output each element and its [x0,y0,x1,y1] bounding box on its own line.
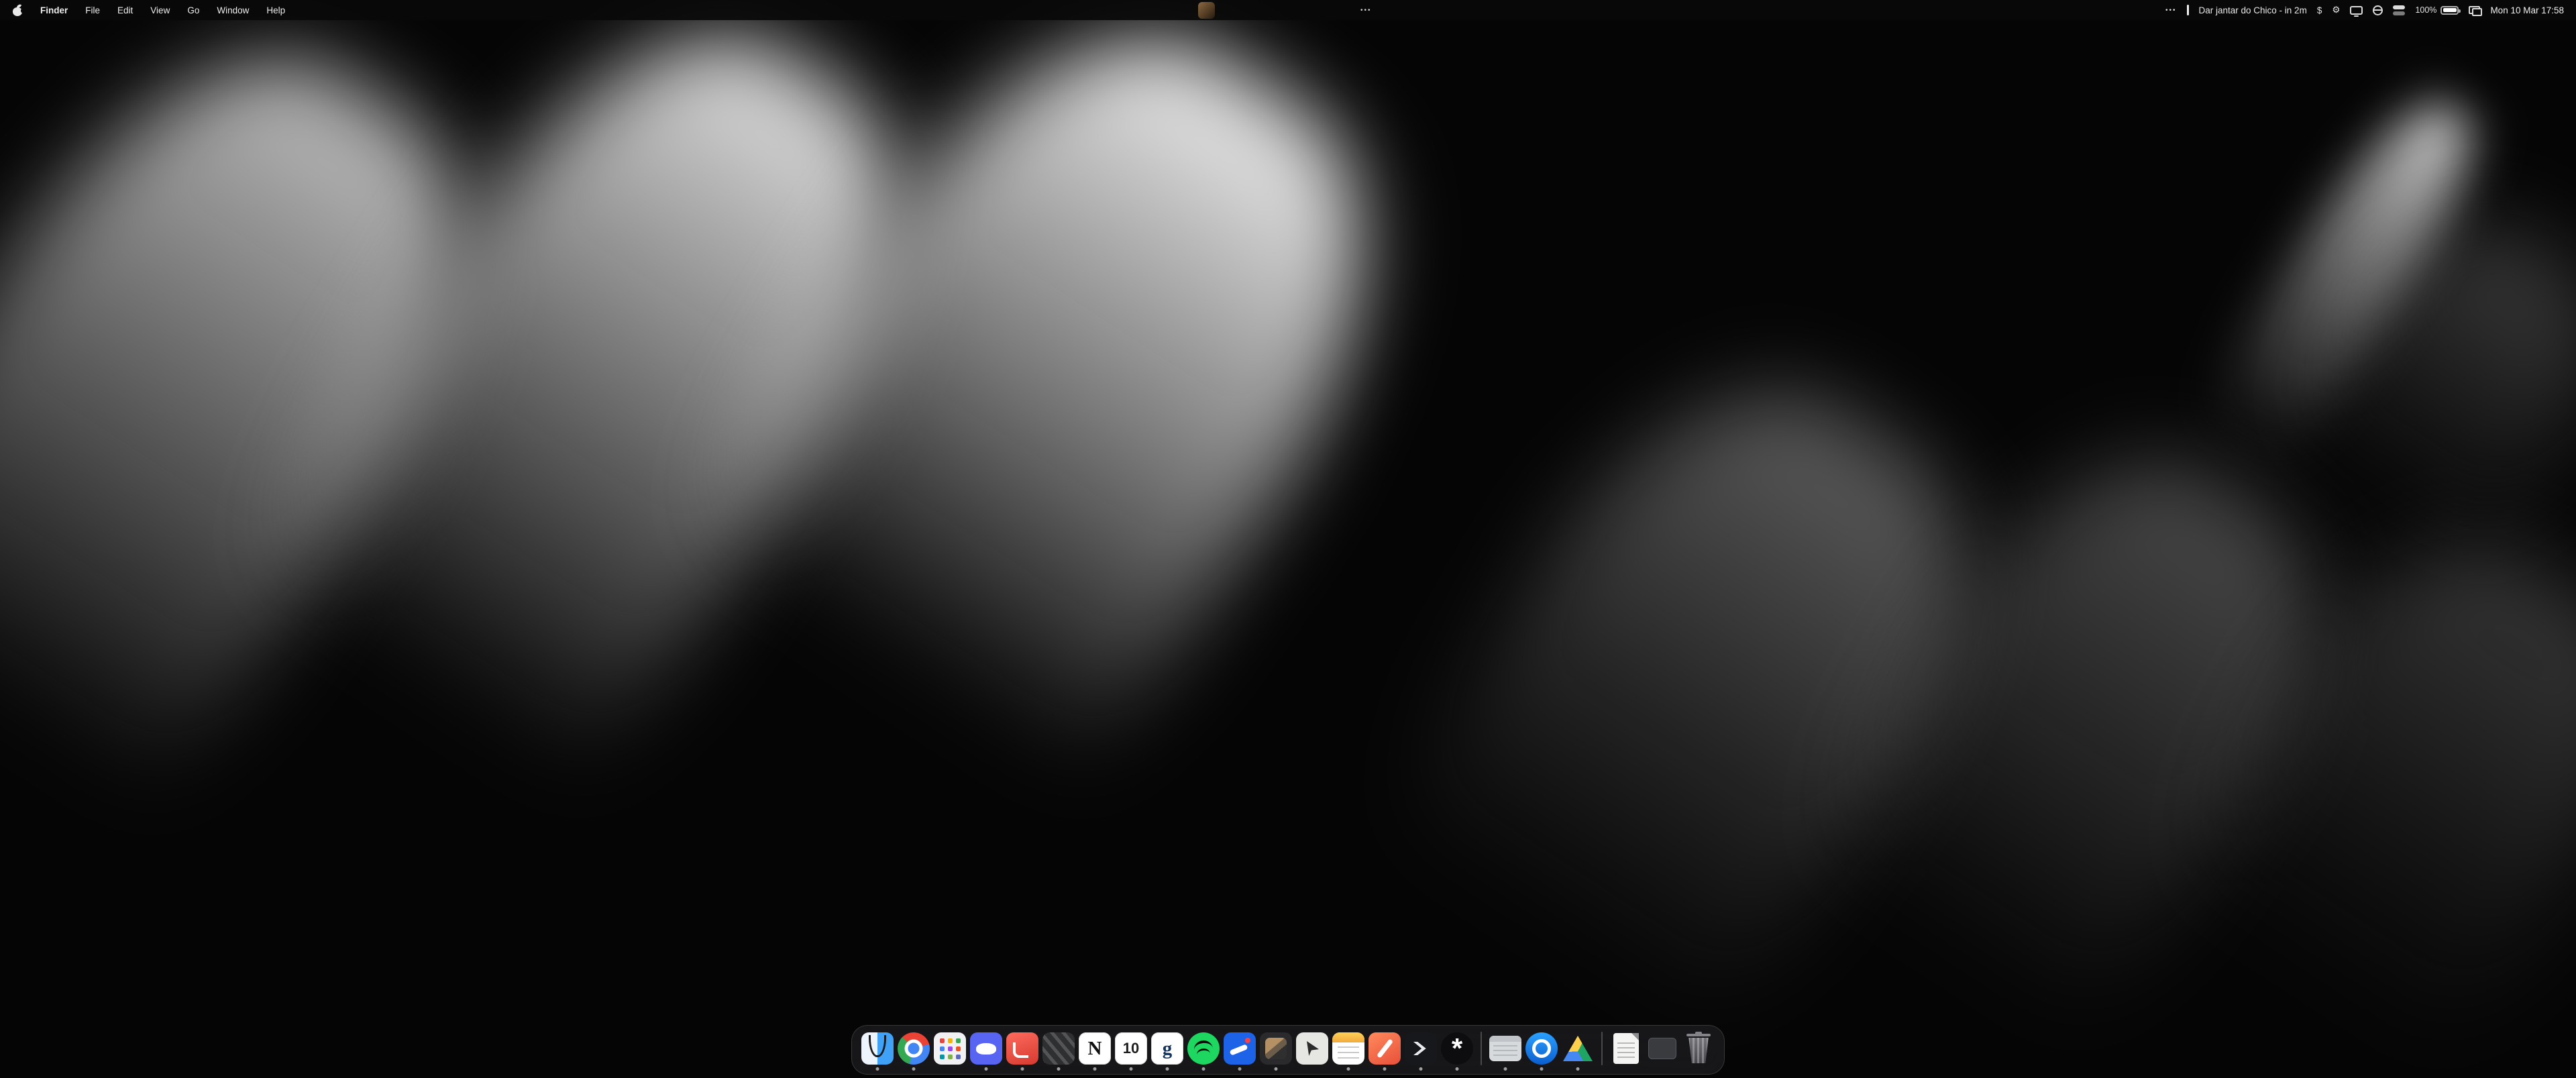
chrome-icon [898,1032,930,1065]
cursor-app-icon [1296,1032,1328,1065]
menu-file[interactable]: File [85,5,100,15]
dock-app-flighty[interactable] [1224,1032,1256,1065]
display-icon[interactable] [2350,6,2363,15]
globe-icon[interactable] [2373,5,2383,15]
dock-app-notion[interactable]: N [1079,1032,1111,1065]
dock-app-google-drive[interactable] [1562,1032,1594,1065]
calendar-day-number: 10 [1123,1040,1139,1057]
currency-menubar-icon[interactable]: $ [2317,5,2322,15]
document-icon [1613,1033,1639,1064]
battery-status[interactable]: 100% [2415,5,2459,15]
dock-app-stacks[interactable] [1042,1032,1075,1065]
minimized-window-icon [1648,1038,1676,1059]
notes-icon [1332,1032,1364,1065]
menu-edit[interactable]: Edit [117,5,133,15]
dock-app-warp[interactable] [1405,1032,1437,1065]
battery-icon [2440,6,2459,15]
goodnotes-letter: g [1163,1038,1173,1060]
dock-app-launchpad[interactable] [934,1032,966,1065]
dock-app-screen-window[interactable] [1489,1032,1521,1065]
dock-app-goodnotes[interactable]: g [1151,1032,1183,1065]
raycast-icon [1006,1032,1038,1065]
desktop-wallpaper [0,0,2576,1078]
dock-app-1password[interactable] [1525,1032,1558,1065]
dock-minimized-window[interactable] [1646,1032,1678,1065]
discord-icon [970,1032,1002,1065]
control-center-icon[interactable] [2393,5,2405,15]
menu-bar: Finder File Edit View Go Window Help •••… [0,0,2576,20]
hidden-items-ellipsis-icon[interactable]: ••• [2165,7,2177,14]
notion-letter: N [1088,1038,1102,1060]
event-indicator-bar-icon [2187,5,2189,15]
screen-mirroring-icon[interactable] [2469,6,2480,14]
dock-app-cursor[interactable] [1296,1032,1328,1065]
spotify-icon [1187,1032,1220,1065]
dock: N 10 g * [851,1025,1725,1075]
now-playing-artwork[interactable] [1198,2,1215,19]
dock-app-chrome[interactable] [898,1032,930,1065]
flighty-icon [1224,1032,1256,1065]
dock-app-spotify[interactable] [1187,1032,1220,1065]
goodnotes-icon: g [1151,1032,1183,1065]
chatgpt-glyph: * [1452,1032,1462,1065]
dock-divider [1481,1032,1482,1065]
battery-percent-label: 100% [2415,5,2436,15]
1password-icon [1525,1032,1558,1065]
app-menu-finder[interactable]: Finder [40,5,68,15]
dock-app-chatgpt[interactable]: * [1441,1032,1473,1065]
dock-app-notion-calendar[interactable]: 10 [1115,1032,1147,1065]
dock-trash[interactable] [1682,1032,1715,1065]
gear-icon[interactable]: ⚙ [2332,5,2340,15]
dock-divider [1601,1032,1603,1065]
menu-bar-left: Finder File Edit View Go Window Help [12,5,285,16]
apple-menu-icon[interactable] [12,5,23,16]
menu-window[interactable]: Window [217,5,249,15]
calendar-event-status[interactable]: Dar jantar do Chico - in 2m [2199,5,2307,15]
dock-app-zed[interactable] [1368,1032,1401,1065]
menu-help[interactable]: Help [266,5,285,15]
menu-go[interactable]: Go [187,5,199,15]
notion-icon: N [1079,1032,1111,1065]
dock-document[interactable] [1610,1032,1642,1065]
photos-media-icon [1260,1032,1292,1065]
trash-icon [1684,1032,1713,1065]
stacks-app-icon [1042,1032,1075,1065]
zed-pencil-icon [1368,1032,1401,1065]
chatgpt-icon: * [1441,1032,1473,1065]
dock-app-photos[interactable] [1260,1032,1292,1065]
notion-calendar-icon: 10 [1115,1032,1147,1065]
google-drive-icon [1563,1036,1593,1061]
dock-app-discord[interactable] [970,1032,1002,1065]
menu-view[interactable]: View [150,5,170,15]
window-thumbnail-icon [1489,1036,1521,1061]
warp-terminal-icon [1405,1032,1437,1065]
finder-icon [861,1032,894,1065]
dock-app-raycast[interactable] [1006,1032,1038,1065]
menu-bar-clock[interactable]: Mon 10 Mar 17:58 [2490,5,2564,15]
notch-overflow-ellipsis[interactable]: ••• [1360,0,1372,20]
menu-bar-right: ••• Dar jantar do Chico - in 2m $ ⚙ 100%… [2165,5,2564,15]
launchpad-icon [934,1032,966,1065]
dock-app-notes[interactable] [1332,1032,1364,1065]
dock-app-finder[interactable] [861,1032,894,1065]
